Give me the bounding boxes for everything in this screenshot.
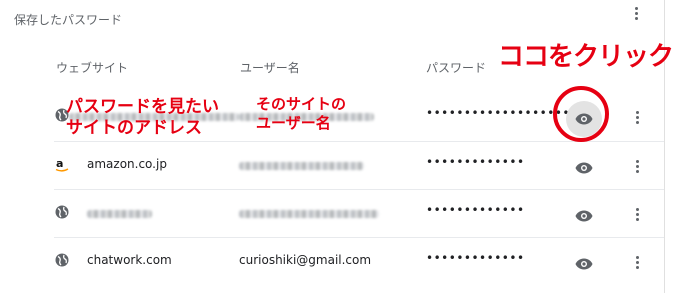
show-password-button[interactable]: [566, 246, 602, 282]
password-row: •••••••••••••: [54, 189, 664, 238]
column-header-password: パスワード: [426, 61, 487, 75]
highlight-circle: [553, 86, 609, 142]
row-more-actions-icon[interactable]: [630, 253, 644, 271]
password-row: a amazon.co.jp •••••••••••••: [54, 141, 664, 190]
masked-username: [239, 162, 364, 170]
password-dots: •••••••••••••: [426, 155, 525, 169]
svg-text:a: a: [56, 157, 63, 170]
site-address: chatwork.com: [87, 253, 172, 267]
eye-icon: [575, 258, 593, 270]
row-more-actions-icon[interactable]: [630, 157, 644, 175]
masked-username: [239, 210, 379, 218]
amazon-logo-icon: a: [54, 157, 70, 177]
eye-icon: [575, 162, 593, 174]
masked-site-address: [87, 210, 152, 218]
username: curioshiki@gmail.com: [239, 253, 372, 267]
row-more-actions-icon[interactable]: [630, 108, 644, 126]
annotation-site-address: パスワードを見たい サイトのアドレス: [66, 97, 219, 139]
section-title: 保存したパスワード: [14, 13, 123, 27]
column-header-website: ウェブサイト: [56, 61, 129, 75]
password-dots: •••••••••••••: [426, 203, 525, 217]
site-address: amazon.co.jp: [87, 157, 167, 171]
show-password-button[interactable]: [566, 198, 602, 234]
column-header-username: ユーザー名: [240, 61, 300, 75]
annotation-click-here: ココをクリック: [498, 42, 674, 72]
password-dots: •••••••••••••: [426, 251, 525, 265]
more-actions-icon[interactable]: [629, 4, 643, 22]
globe-icon: [54, 204, 70, 224]
password-row: chatwork.com curioshiki@gmail.com ••••••…: [54, 237, 664, 286]
annotation-site-username: そのサイトの ユーザー名: [256, 95, 347, 132]
row-more-actions-icon[interactable]: [630, 205, 644, 223]
show-password-button[interactable]: [566, 150, 602, 186]
password-dots: •••••••••••••••••••: [426, 106, 570, 120]
eye-icon: [575, 210, 593, 222]
globe-icon: [54, 252, 70, 272]
